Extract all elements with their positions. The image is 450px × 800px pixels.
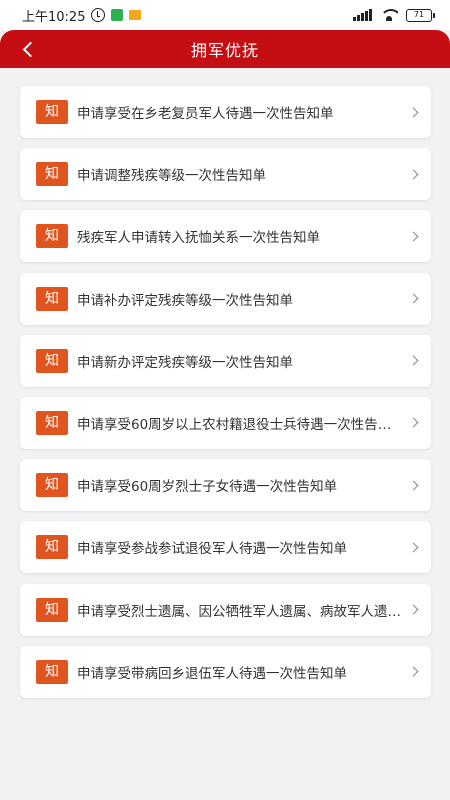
list-item[interactable]: 知 申请新办评定残疾等级一次性告知单 <box>20 334 431 387</box>
list-item[interactable]: 知 申请调整残疾等级一次性告知单 <box>20 148 431 201</box>
chevron-right-icon <box>408 169 419 180</box>
notice-badge: 知 <box>36 597 68 622</box>
back-icon <box>22 41 38 57</box>
list-item[interactable]: 知 申请享受带病回乡退伍军人待遇一次性告知单 <box>20 645 431 698</box>
list-item[interactable]: 知 残疾军人申请转入抚恤关系一次性告知单 <box>20 210 431 263</box>
app-header: 拥军优抚 <box>0 30 450 68</box>
chevron-right-icon <box>408 231 419 242</box>
page-title: 拥军优抚 <box>190 41 259 60</box>
notice-badge: 知 <box>36 224 68 249</box>
list-item-label: 申请享受带病回乡退伍军人待遇一次性告知单 <box>77 665 347 682</box>
notice-badge: 知 <box>36 286 68 311</box>
wifi-icon <box>380 9 398 21</box>
status-right: 71 <box>353 8 435 22</box>
chevron-right-icon <box>408 604 419 615</box>
list-item[interactable]: 知 申请享受60周岁以上农村籍退役士兵待遇一次性告知单 <box>20 396 431 449</box>
alarm-icon <box>91 8 106 22</box>
notice-badge: 知 <box>36 535 68 560</box>
notice-badge: 知 <box>36 100 68 124</box>
notice-badge: 知 <box>36 473 68 498</box>
list-item[interactable]: 知 申请享受参战参试退役军人待遇一次性告知单 <box>20 521 431 574</box>
list-item[interactable]: 知 申请享受烈士遗属、因公牺牲军人遗属、病故军人遗属待遇一次性告知单 <box>20 583 431 636</box>
status-bar: 上午10:25 71 <box>0 0 450 30</box>
status-left: 上午10:25 <box>22 6 142 25</box>
status-time: 上午10:25 <box>22 9 86 25</box>
notice-badge: 知 <box>36 348 68 373</box>
chevron-right-icon <box>408 293 419 304</box>
notice-badge: 知 <box>36 410 68 435</box>
flag-notification-icon <box>129 10 142 20</box>
chevron-right-icon <box>408 355 419 366</box>
list-item-label: 残疾军人申请转入抚恤关系一次性告知单 <box>77 230 320 247</box>
list-item[interactable]: 知 申请补办评定残疾等级一次性告知单 <box>20 272 431 325</box>
back-button[interactable] <box>12 34 42 64</box>
list-item-label: 申请享受60周岁以上农村籍退役士兵待遇一次性告知单 <box>77 416 402 433</box>
signal-icon <box>353 9 372 21</box>
list-item-label: 申请享受60周岁烈士子女待遇一次性告知单 <box>77 479 338 496</box>
app-notification-icon <box>111 9 124 21</box>
list-item-label: 申请调整残疾等级一次性告知单 <box>77 168 266 185</box>
chevron-right-icon <box>408 542 419 553</box>
notice-badge: 知 <box>36 659 68 684</box>
chevron-right-icon <box>408 417 419 428</box>
list-item[interactable]: 知 申请享受在乡老复员军人待遇一次性告知单 <box>20 86 431 138</box>
chevron-right-icon <box>408 107 419 117</box>
list-item-label: 申请补办评定残疾等级一次性告知单 <box>77 292 293 309</box>
chevron-right-icon <box>408 480 419 491</box>
chevron-right-icon <box>408 666 419 677</box>
battery-icon: 71 <box>406 8 435 22</box>
list-item-label: 申请享受在乡老复员军人待遇一次性告知单 <box>77 106 334 122</box>
list-item-label: 申请享受参战参试退役军人待遇一次性告知单 <box>77 541 347 558</box>
notice-list: 知 申请享受在乡老复员军人待遇一次性告知单 知 申请调整残疾等级一次性告知单 知… <box>20 86 431 708</box>
notice-badge: 知 <box>36 162 68 187</box>
list-item[interactable]: 知 申请享受60周岁烈士子女待遇一次性告知单 <box>20 459 431 512</box>
list-item-label: 申请享受烈士遗属、因公牺牲军人遗属、病故军人遗属待遇一次性告知单 <box>77 603 402 620</box>
list-item-label: 申请新办评定残疾等级一次性告知单 <box>77 354 293 371</box>
